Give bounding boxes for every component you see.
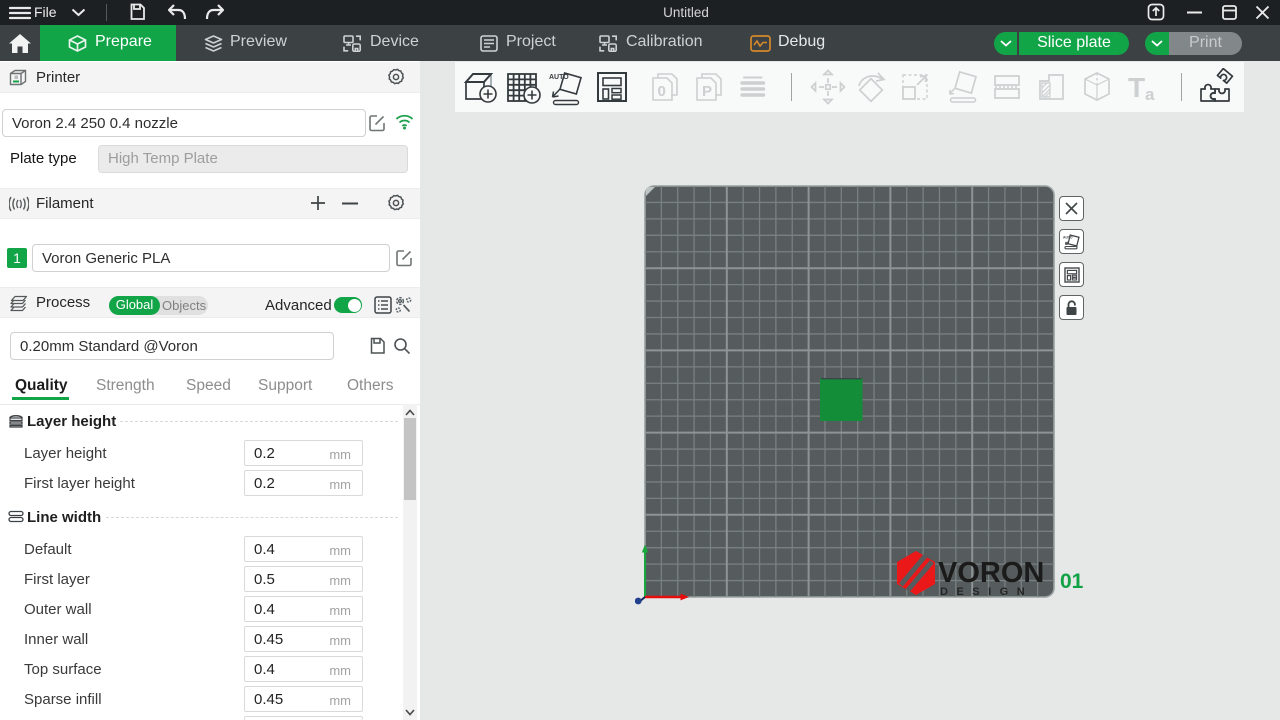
svg-text:a: a bbox=[1145, 85, 1155, 104]
svg-text:0: 0 bbox=[658, 83, 666, 100]
svg-text:VORON: VORON bbox=[938, 557, 1044, 589]
svg-text:AUTO: AUTO bbox=[549, 74, 569, 81]
svg-text:DESIGN: DESIGN bbox=[940, 586, 1033, 598]
svg-text:AUTO: AUTO bbox=[1063, 235, 1073, 239]
svg-text:T: T bbox=[1128, 72, 1145, 103]
svg-text:P: P bbox=[702, 83, 712, 100]
